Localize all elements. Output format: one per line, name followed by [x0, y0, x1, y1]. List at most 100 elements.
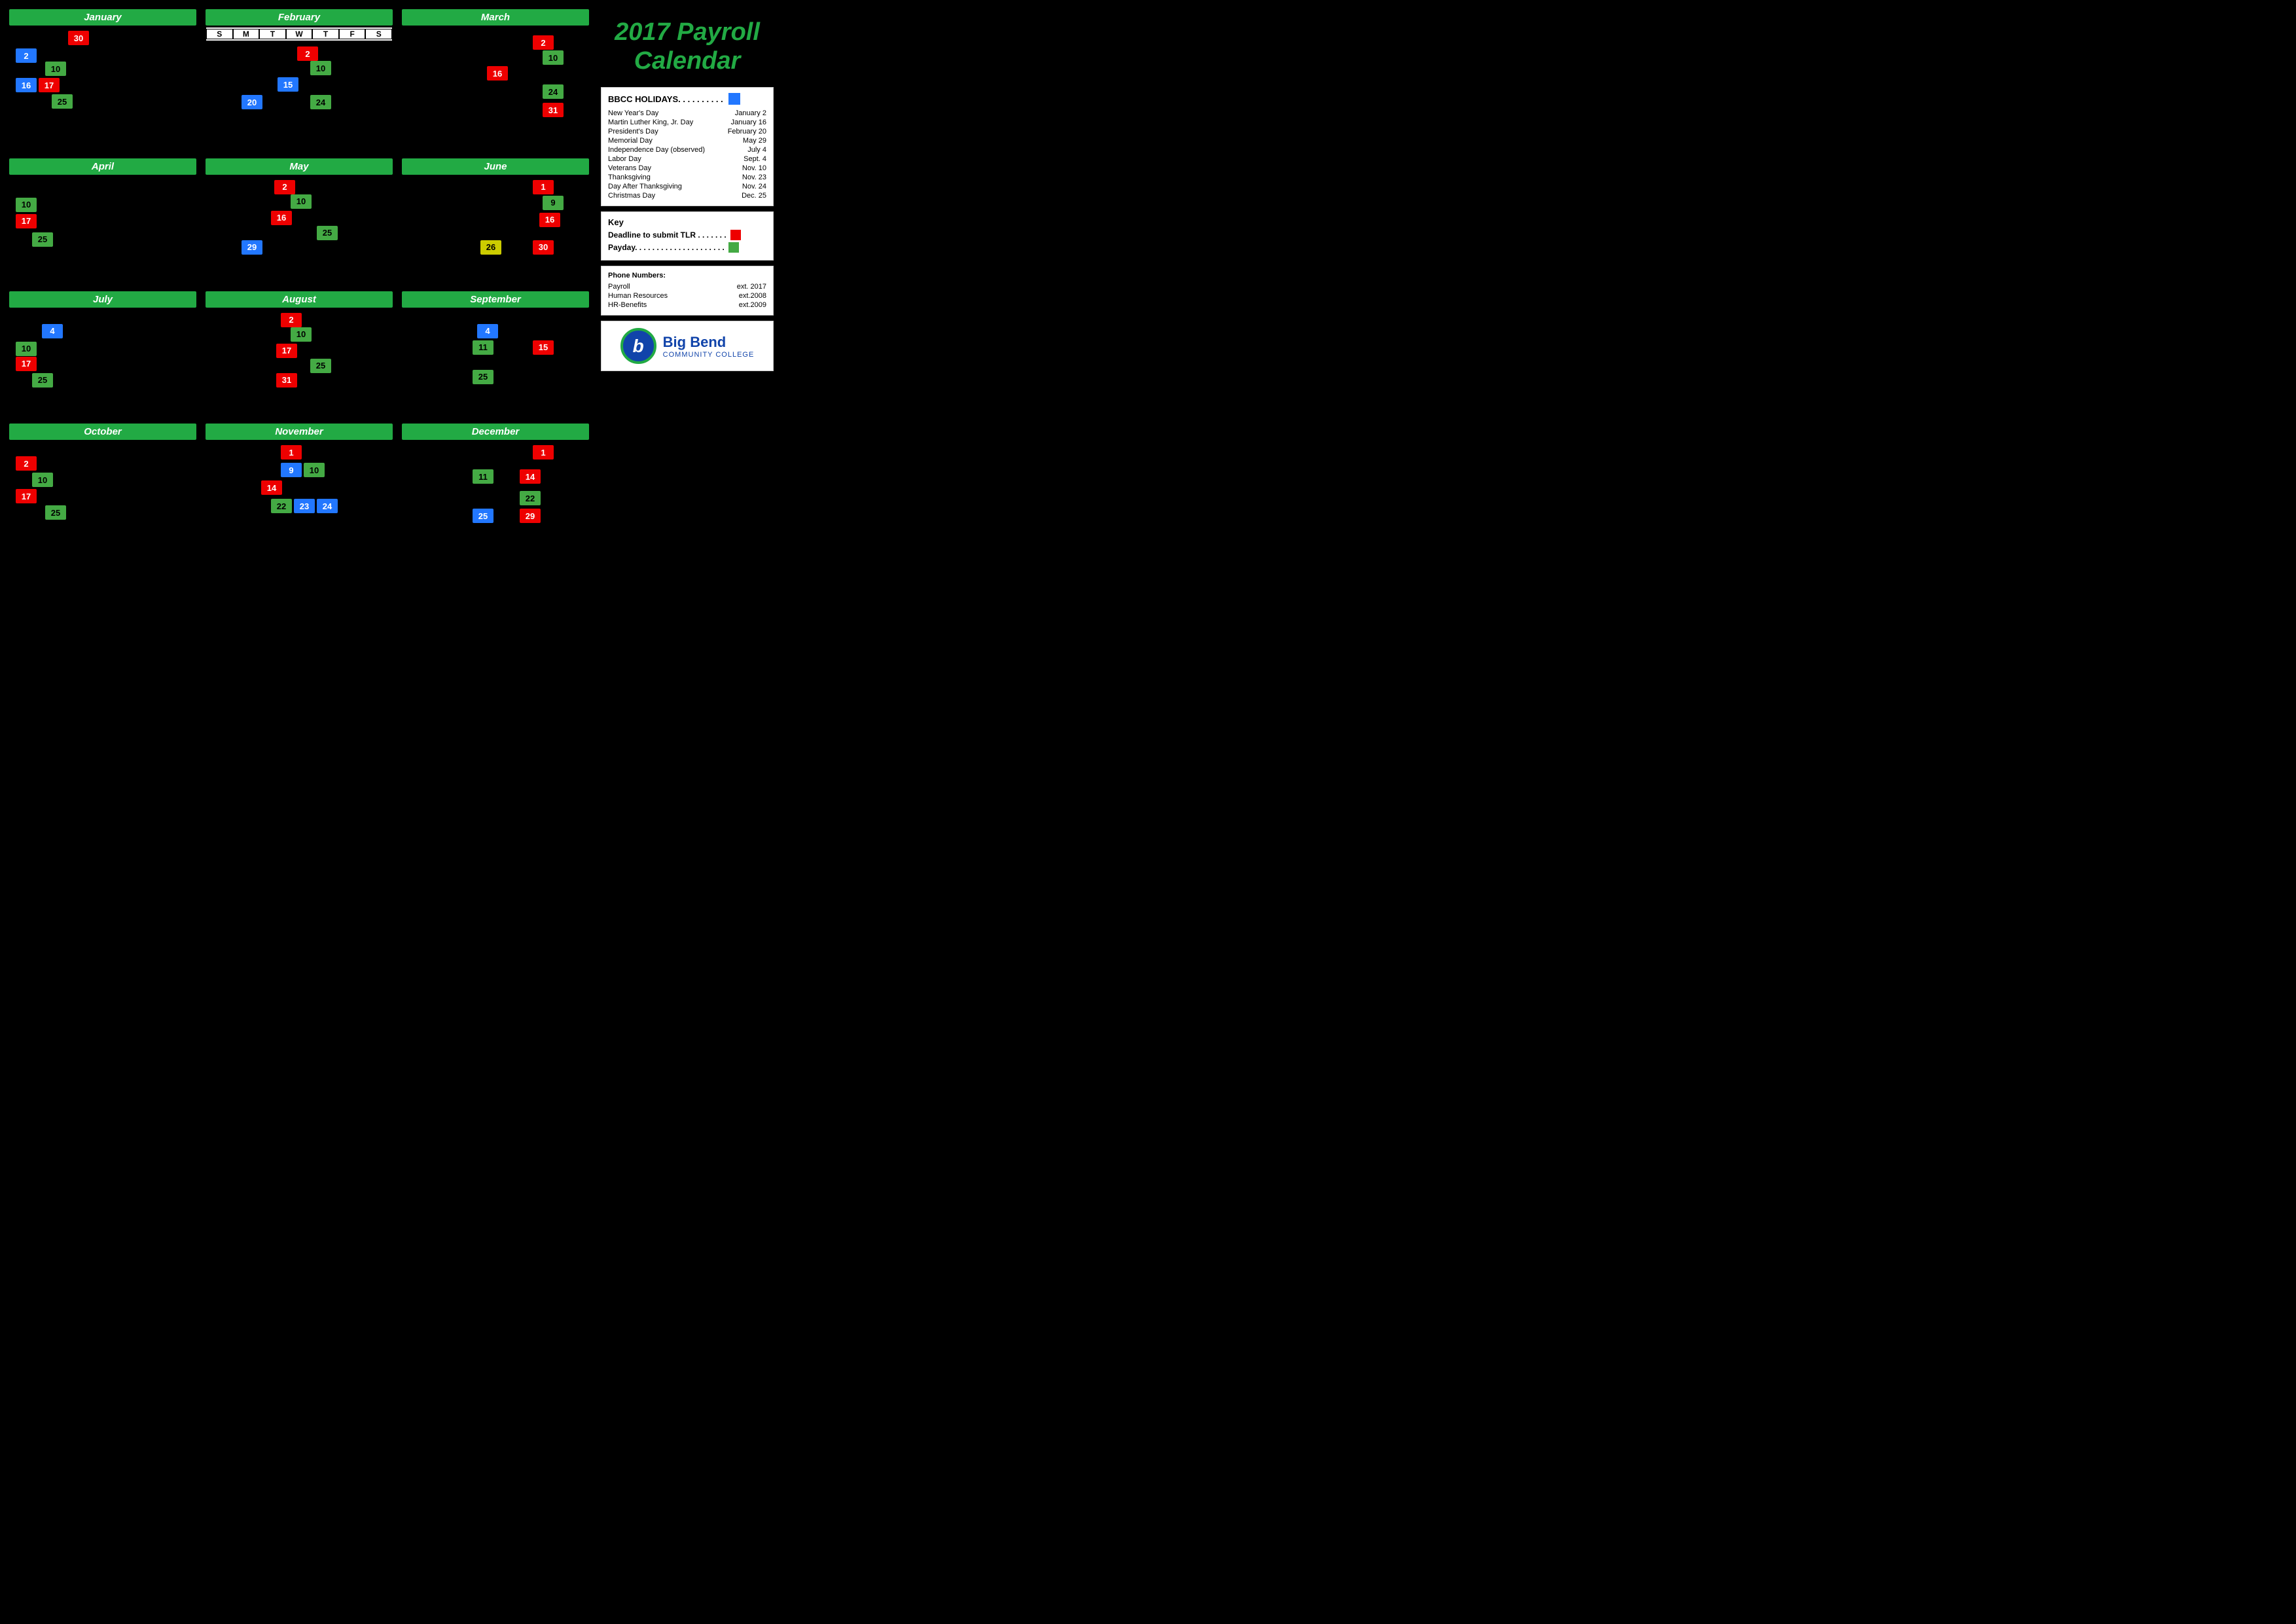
aug-2: 2 — [281, 313, 302, 327]
apr-17: 17 — [16, 214, 37, 228]
h5-date: July 4 — [747, 146, 766, 154]
jul-4: 4 — [42, 324, 63, 338]
mar-10: 10 — [543, 50, 564, 65]
oct-10: 10 — [32, 473, 53, 487]
aug-31: 31 — [276, 373, 297, 388]
jan-25: 25 — [52, 94, 73, 109]
holiday-row: Memorial Day May 29 — [608, 136, 766, 145]
may-header: May — [206, 158, 393, 175]
october-block: October 2 10 17 25 — [7, 421, 199, 550]
mar-24: 24 — [543, 84, 564, 99]
december-header: December — [402, 424, 589, 440]
nov-22: 22 — [271, 499, 292, 513]
jul-25: 25 — [32, 373, 53, 388]
nov-9: 9 — [281, 463, 302, 477]
dec-14: 14 — [520, 469, 541, 484]
phone-row-payroll: Payroll ext. 2017 — [608, 282, 766, 291]
october-body: 2 10 17 25 — [9, 440, 196, 525]
may-block: May 2 10 16 25 29 — [203, 156, 395, 285]
august-header: August — [206, 291, 393, 308]
h8-name: Thanksgiving — [608, 173, 651, 181]
february-block: February S M T W T F S 2 10 15 20 24 — [203, 7, 395, 152]
h4-name: Memorial Day — [608, 137, 653, 145]
h3-name: President's Day — [608, 128, 658, 135]
sep-15: 15 — [533, 340, 554, 355]
holiday-row: President's Day February 20 — [608, 127, 766, 136]
dow-t1: T — [259, 29, 286, 39]
h1-date: January 2 — [735, 109, 766, 117]
april-header: April — [9, 158, 196, 175]
sep-25: 25 — [473, 370, 493, 384]
h6-date: Sept. 4 — [744, 155, 766, 163]
dec-1: 1 — [533, 445, 554, 460]
jul-17: 17 — [16, 357, 37, 371]
payday-label: Payday. . . . . . . . . . . . . . . . . … — [608, 243, 725, 252]
logo-box: b Big Bend COMMUNITY COLLEGE — [601, 321, 774, 371]
holiday-row: Veterans Day Nov. 10 — [608, 164, 766, 173]
march-header: March — [402, 9, 589, 26]
h5-name: Independence Day (observed) — [608, 146, 705, 154]
february-body: 2 10 15 20 24 — [206, 41, 393, 120]
jun-30: 30 — [533, 240, 554, 255]
february-dow: S M T W T F S — [206, 27, 393, 41]
h3-date: February 20 — [728, 128, 766, 135]
h2-name: Martin Luther King, Jr. Day — [608, 118, 693, 126]
june-body: 1 9 16 26 30 — [402, 175, 589, 260]
february-header: February — [206, 9, 393, 26]
green-square-icon — [728, 242, 739, 253]
phone-box: Phone Numbers: Payroll ext. 2017 Human R… — [601, 266, 774, 316]
nov-1: 1 — [281, 445, 302, 460]
h7-name: Veterans Day — [608, 164, 651, 172]
dow-m: M — [233, 29, 260, 39]
bbcc-holidays-label: BBCC HOLIDAYS. . . . . . . . . . — [608, 94, 723, 104]
september-header: September — [402, 291, 589, 308]
september-block: September 4 11 15 25 — [399, 289, 592, 418]
payroll-label: Payroll — [608, 283, 630, 291]
march-body: 2 10 16 24 31 — [402, 26, 589, 127]
holiday-row: New Year's Day January 2 — [608, 109, 766, 118]
h1-name: New Year's Day — [608, 109, 658, 117]
hr-label: Human Resources — [608, 292, 668, 300]
hr-number: ext.2008 — [739, 292, 766, 300]
holidays-list: New Year's Day January 2 Martin Luther K… — [608, 109, 766, 200]
h9-name: Day After Thanksgiving — [608, 183, 682, 190]
phone-title: Phone Numbers: — [608, 272, 766, 280]
dow-f: F — [339, 29, 366, 39]
may-25: 25 — [317, 226, 338, 240]
december-body: 1 11 14 22 25 29 — [402, 440, 589, 525]
october-header: October — [9, 424, 196, 440]
jan-30: 30 — [68, 31, 89, 45]
june-block: June 1 9 16 26 30 — [399, 156, 592, 285]
jan-16: 16 — [16, 78, 37, 92]
h6-name: Labor Day — [608, 155, 641, 163]
march-block: March 2 10 16 24 31 — [399, 7, 592, 152]
holiday-row: Independence Day (observed) July 4 — [608, 145, 766, 154]
jan-17: 17 — [39, 78, 60, 92]
blue-square-icon — [728, 93, 740, 105]
mar-2: 2 — [533, 35, 554, 50]
jun-16: 16 — [539, 213, 560, 227]
tlr-key-row: Deadline to submit TLR . . . . . . . — [608, 230, 766, 240]
july-body: 4 10 17 25 — [9, 308, 196, 393]
hrb-label: HR-Benefits — [608, 301, 647, 309]
dec-22: 22 — [520, 491, 541, 505]
jan-2: 2 — [16, 48, 37, 63]
oct-25: 25 — [45, 505, 66, 520]
feb-15: 15 — [278, 77, 298, 92]
right-panel: 2017 Payroll Calendar BBCC HOLIDAYS. . .… — [596, 7, 779, 550]
jun-9: 9 — [543, 196, 564, 210]
feb-24: 24 — [310, 95, 331, 109]
holiday-row: Christmas Day Dec. 25 — [608, 191, 766, 200]
jun-26: 26 — [480, 240, 501, 255]
feb-20: 20 — [242, 95, 262, 109]
page-title: 2017 Payroll Calendar — [601, 12, 774, 82]
holidays-box: BBCC HOLIDAYS. . . . . . . . . . New Yea… — [601, 87, 774, 206]
dow-t2: T — [312, 29, 339, 39]
hrb-number: ext.2009 — [739, 301, 766, 309]
holiday-row: Martin Luther King, Jr. Day January 16 — [608, 118, 766, 127]
april-body: 10 17 25 — [9, 175, 196, 260]
phone-row-hrbenefits: HR-Benefits ext.2009 — [608, 300, 766, 310]
aug-17: 17 — [276, 344, 297, 358]
key-title: Key — [608, 217, 766, 227]
h10-date: Dec. 25 — [742, 192, 766, 200]
